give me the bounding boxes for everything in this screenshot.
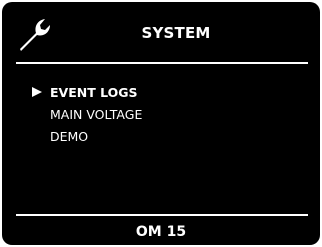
menu-item-label: EVENT LOGS <box>50 85 138 100</box>
menu-item-label: MAIN VOLTAGE <box>50 107 143 122</box>
menu-item-label: DEMO <box>50 129 89 144</box>
screen-title: SYSTEM <box>141 24 211 42</box>
menu-item-demo[interactable]: DEMO <box>50 128 88 146</box>
device-screen: SYSTEM EVENT LOGS MAIN VOLTAGE DEMO OM 1… <box>0 0 322 247</box>
header-divider <box>16 62 308 64</box>
footer-divider <box>16 214 308 216</box>
footer-label: OM 15 <box>135 224 187 240</box>
menu-item-main-voltage[interactable]: MAIN VOLTAGE <box>50 106 142 124</box>
selection-arrow-icon <box>32 87 42 97</box>
menu-item-event-logs[interactable]: EVENT LOGS <box>50 84 138 102</box>
